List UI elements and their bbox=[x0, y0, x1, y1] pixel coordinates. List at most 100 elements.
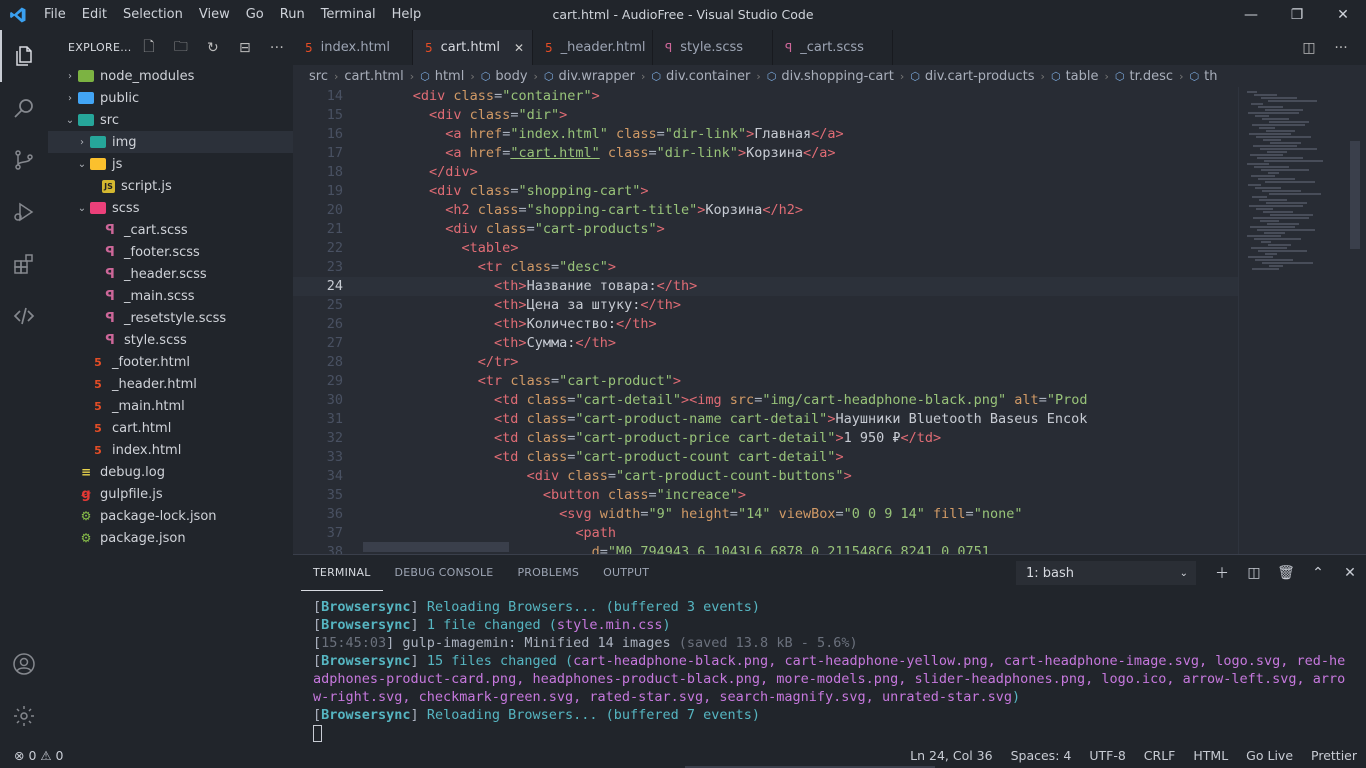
breadcrumb-item[interactable]: html bbox=[435, 69, 465, 84]
tab-_header.html[interactable]: 5 _header.html bbox=[533, 30, 653, 65]
code-line[interactable]: 30 <td class="cart-detail"><img src="img… bbox=[293, 391, 1238, 410]
minimize-icon[interactable]: — bbox=[1228, 0, 1274, 30]
file-_resetstyle.scss[interactable]: ꟼ _resetstyle.scss bbox=[48, 307, 293, 329]
code-line[interactable]: 16 <a href="index.html" class="dir-link"… bbox=[293, 125, 1238, 144]
file-_main.html[interactable]: 5 _main.html bbox=[48, 395, 293, 417]
file-package.json[interactable]: ⚙ package.json bbox=[48, 527, 293, 549]
status-item-go-live[interactable]: Go Live bbox=[1237, 748, 1302, 763]
kill-terminal-icon[interactable]: 🗑 bbox=[1270, 565, 1302, 581]
code-line[interactable]: 29 <tr class="cart-product"> bbox=[293, 372, 1238, 391]
breadcrumb-item[interactable]: body bbox=[495, 69, 527, 84]
new-file-icon[interactable]: 🗋 bbox=[133, 36, 165, 60]
panel-tab-debug-console[interactable]: DEBUG CONSOLE bbox=[383, 555, 506, 591]
file-_header.scss[interactable]: ꟼ _header.scss bbox=[48, 263, 293, 285]
horizontal-scrollbar[interactable] bbox=[363, 542, 509, 552]
menu-item-terminal[interactable]: Terminal bbox=[313, 0, 384, 30]
file-_main.scss[interactable]: ꟼ _main.scss bbox=[48, 285, 293, 307]
breadcrumb-item[interactable]: src bbox=[309, 69, 328, 84]
refresh-icon[interactable]: ↻ bbox=[197, 40, 229, 56]
search-icon[interactable] bbox=[0, 82, 48, 134]
code-editor[interactable]: 14 <div class="container"> 15 <div class=… bbox=[293, 87, 1366, 554]
extensions-icon[interactable] bbox=[0, 238, 48, 290]
maximize-panel-icon[interactable]: ⌃ bbox=[1302, 565, 1334, 581]
menu-item-selection[interactable]: Selection bbox=[115, 0, 191, 30]
code-line[interactable]: 26 <th>Количество:</th> bbox=[293, 315, 1238, 334]
file-style.scss[interactable]: ꟼ style.scss bbox=[48, 329, 293, 351]
code-line[interactable]: 14 <div class="container"> bbox=[293, 87, 1238, 106]
minimap[interactable] bbox=[1238, 87, 1366, 554]
folder-scss[interactable]: ⌄ scss bbox=[48, 197, 293, 219]
code-line[interactable]: 15 <div class="dir"> bbox=[293, 106, 1238, 125]
file-debug.log[interactable]: ≡ debug.log bbox=[48, 461, 293, 483]
file-_cart.scss[interactable]: ꟼ _cart.scss bbox=[48, 219, 293, 241]
folder-js[interactable]: ⌄ js bbox=[48, 153, 293, 175]
status-item-crlf[interactable]: CRLF bbox=[1135, 748, 1185, 763]
new-terminal-icon[interactable]: ＋ bbox=[1206, 563, 1238, 583]
run-debug-icon[interactable] bbox=[0, 186, 48, 238]
folder-src[interactable]: ⌄ src bbox=[48, 109, 293, 131]
code-line[interactable]: 31 <td class="cart-product-name cart-det… bbox=[293, 410, 1238, 429]
tab-_cart.scss[interactable]: ꟼ _cart.scss bbox=[773, 30, 893, 65]
close-window-icon[interactable]: ✕ bbox=[1320, 0, 1366, 30]
close-tab-icon[interactable]: ✕ bbox=[514, 41, 524, 55]
more-actions-icon[interactable]: ··· bbox=[261, 40, 293, 56]
file-gulpfile.js[interactable]: ꞡ gulpfile.js bbox=[48, 483, 293, 505]
code-line[interactable]: 34 <div class="cart-product-count-button… bbox=[293, 467, 1238, 486]
breadcrumb-item[interactable]: div.cart-products bbox=[925, 69, 1035, 84]
terminal-select[interactable]: 1: bash ⌄ bbox=[1016, 561, 1196, 585]
editor-more-icon[interactable]: ··· bbox=[1326, 30, 1356, 65]
folder-node_modules[interactable]: › node_modules bbox=[48, 65, 293, 87]
restore-icon[interactable]: ❐ bbox=[1274, 0, 1320, 30]
status-item-prettier[interactable]: Prettier bbox=[1302, 748, 1366, 763]
new-folder-icon[interactable]: 🗀 bbox=[165, 36, 197, 60]
code-line[interactable]: 24 <th>Название товара:</th> bbox=[293, 277, 1238, 296]
file-index.html[interactable]: 5 index.html bbox=[48, 439, 293, 461]
code-line[interactable]: 28 </tr> bbox=[293, 353, 1238, 372]
code-line[interactable]: 17 <a href="cart.html" class="dir-link">… bbox=[293, 144, 1238, 163]
folder-public[interactable]: › public bbox=[48, 87, 293, 109]
code-line[interactable]: 35 <button class="increace"> bbox=[293, 486, 1238, 505]
vertical-scrollbar[interactable] bbox=[1350, 141, 1360, 249]
panel-tab-output[interactable]: OUTPUT bbox=[591, 555, 661, 591]
breadcrumb-item[interactable]: div.wrapper bbox=[559, 69, 635, 84]
breadcrumb-item[interactable]: div.container bbox=[666, 69, 750, 84]
code-line[interactable]: 20 <h2 class="shopping-cart-title">Корзи… bbox=[293, 201, 1238, 220]
folder-img[interactable]: › img bbox=[48, 131, 293, 153]
status-item-ln-24-col-36[interactable]: Ln 24, Col 36 bbox=[901, 748, 1001, 763]
code-view-icon[interactable] bbox=[0, 290, 48, 342]
menu-item-go[interactable]: Go bbox=[238, 0, 272, 30]
code-line[interactable]: 19 <div class="shopping-cart"> bbox=[293, 182, 1238, 201]
code-line[interactable]: 18 </div> bbox=[293, 163, 1238, 182]
close-panel-icon[interactable]: ✕ bbox=[1334, 565, 1366, 581]
file-cart.html[interactable]: 5 cart.html bbox=[48, 417, 293, 439]
code-line[interactable]: 36 <svg width="9" height="14" viewBox="0… bbox=[293, 505, 1238, 524]
code-line[interactable]: 23 <tr class="desc"> bbox=[293, 258, 1238, 277]
code-line[interactable]: 32 <td class="cart-product-price cart-de… bbox=[293, 429, 1238, 448]
file-_footer.html[interactable]: 5 _footer.html bbox=[48, 351, 293, 373]
menu-item-help[interactable]: Help bbox=[384, 0, 430, 30]
split-editor-icon[interactable]: ◫ bbox=[1294, 30, 1324, 65]
breadcrumb-item[interactable]: div.shopping-cart bbox=[781, 69, 894, 84]
menu-item-file[interactable]: File bbox=[36, 0, 74, 30]
source-control-icon[interactable] bbox=[0, 134, 48, 186]
status-item-utf-8[interactable]: UTF-8 bbox=[1080, 748, 1134, 763]
file-_header.html[interactable]: 5 _header.html bbox=[48, 373, 293, 395]
tab-cart.html[interactable]: 5 cart.html ✕ bbox=[413, 30, 533, 65]
status-item-spaces-4[interactable]: Spaces: 4 bbox=[1002, 748, 1081, 763]
tab-index.html[interactable]: 5 index.html bbox=[293, 30, 413, 65]
code-line[interactable]: 25 <th>Цена за штуку:</th> bbox=[293, 296, 1238, 315]
status-item-html[interactable]: HTML bbox=[1184, 748, 1237, 763]
terminal-output[interactable]: [Browsersync] Reloading Browsers... (buf… bbox=[313, 598, 1353, 742]
code-line[interactable]: 37 <path bbox=[293, 524, 1238, 543]
panel-tab-terminal[interactable]: TERMINAL bbox=[301, 556, 383, 591]
explorer-icon[interactable] bbox=[0, 30, 48, 82]
breadcrumb-item[interactable]: table bbox=[1066, 69, 1099, 84]
breadcrumb-item[interactable]: tr.desc bbox=[1130, 69, 1174, 84]
code-line[interactable]: 33 <td class="cart-product-count cart-de… bbox=[293, 448, 1238, 467]
collapse-all-icon[interactable]: ⊟ bbox=[229, 40, 261, 56]
code-line[interactable]: 21 <div class="cart-products"> bbox=[293, 220, 1238, 239]
menu-item-run[interactable]: Run bbox=[272, 0, 313, 30]
code-area[interactable]: 14 <div class="container"> 15 <div class=… bbox=[293, 87, 1238, 554]
menu-item-edit[interactable]: Edit bbox=[74, 0, 115, 30]
problems-indicator[interactable]: ⊗ 0 ⚠ 0 bbox=[0, 748, 901, 763]
